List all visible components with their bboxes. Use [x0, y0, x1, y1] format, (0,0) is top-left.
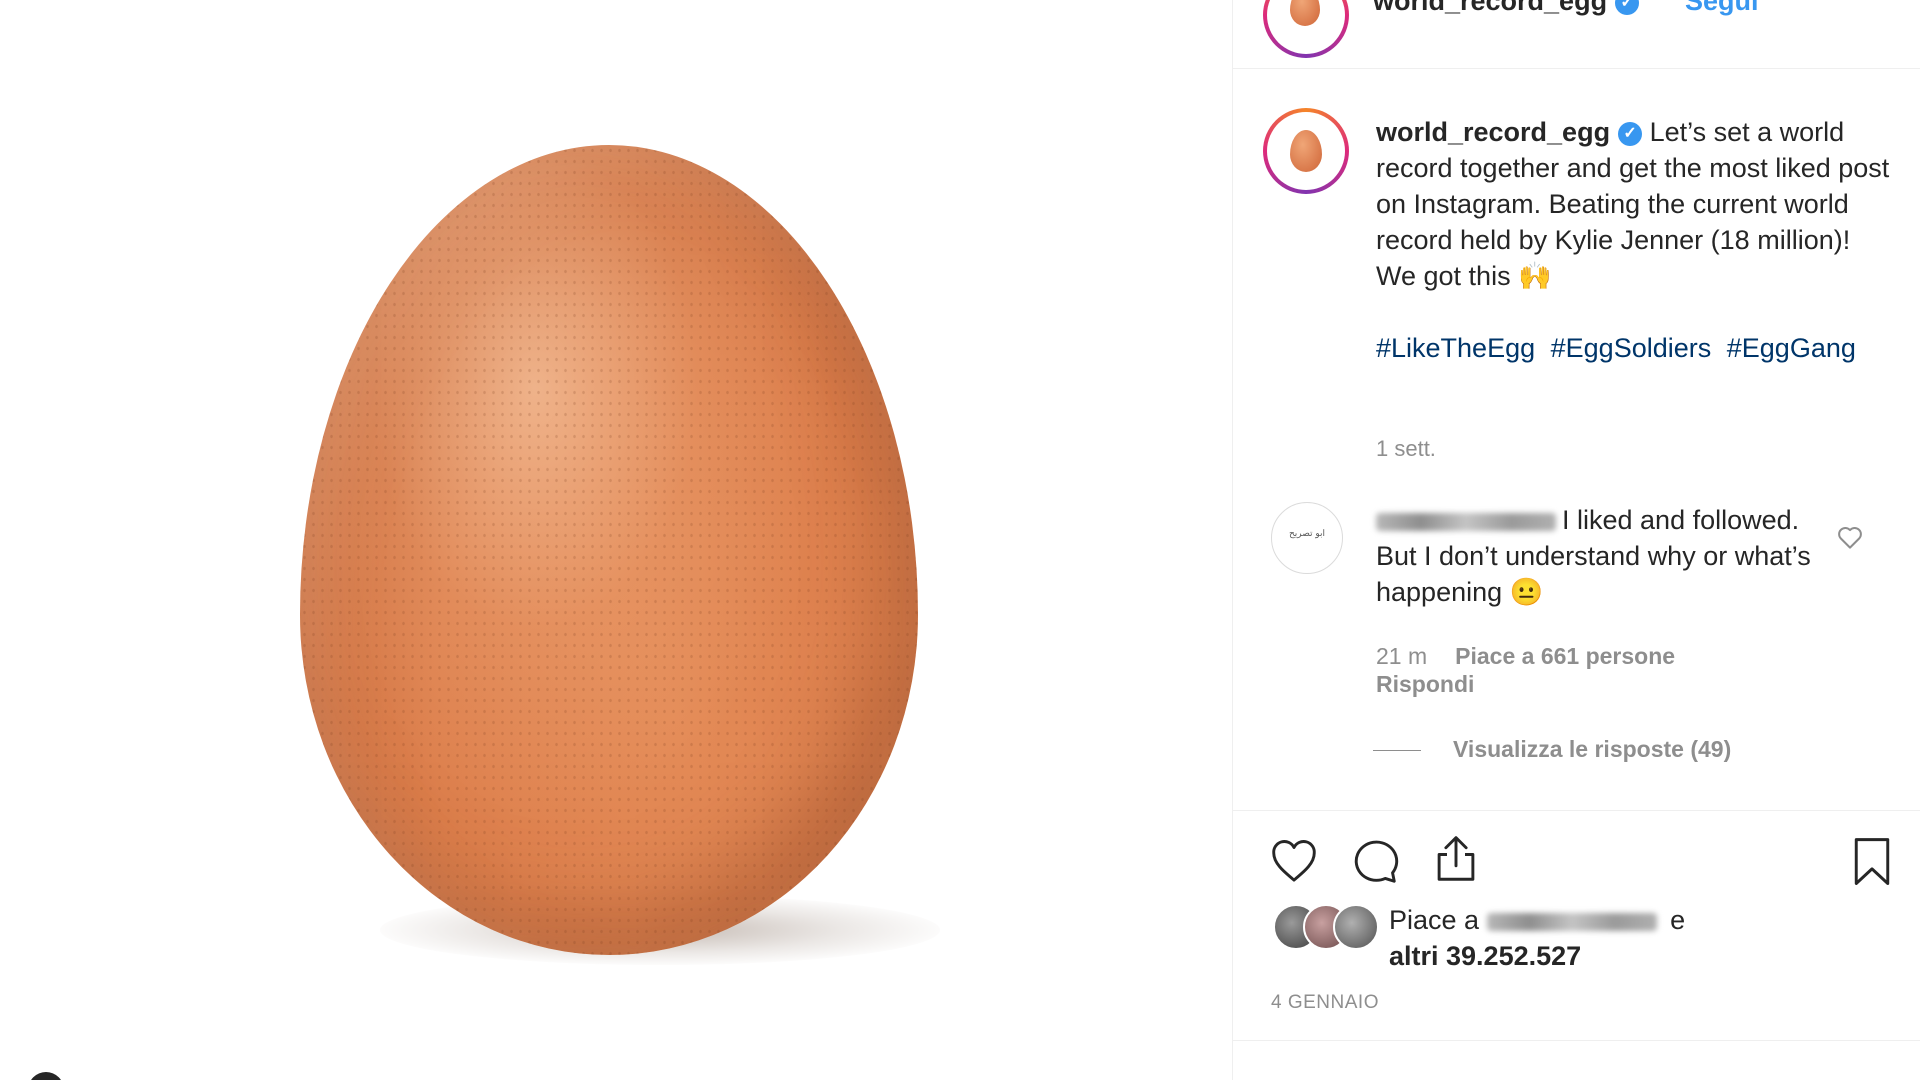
caption: world_record_egg ✓ Let’s set a world reco…: [1376, 114, 1896, 294]
comment-avatar[interactable]: ﺍﺑﻮ ﺗﺼﺮﻳﺢ: [1271, 502, 1343, 574]
header-avatar[interactable]: [1263, 0, 1349, 58]
liked-by-avatars[interactable]: [1273, 904, 1383, 950]
caption-timestamp[interactable]: 1 sett.: [1376, 436, 1436, 462]
likes-summary[interactable]: Piace a e altri 39.252.527: [1389, 902, 1685, 974]
reply-button[interactable]: Rispondi: [1376, 670, 1675, 698]
comment: I liked and followed. But I don’t unders…: [1376, 502, 1816, 610]
comment-avatar-logo: ﺍﺑﻮ ﺗﺼﺮﻳﺢ: [1288, 529, 1326, 539]
follow-button[interactable]: Segui: [1685, 0, 1759, 17]
bookmark-icon[interactable]: [1845, 834, 1899, 888]
redacted-username[interactable]: [1376, 512, 1556, 531]
post-photo[interactable]: [0, 0, 1232, 1080]
comment-like-heart-icon[interactable]: [1835, 522, 1865, 552]
hashtag-link[interactable]: #LikeTheEgg: [1376, 333, 1535, 363]
avatar: [1333, 904, 1379, 950]
likes-prefix: Piace a: [1389, 905, 1480, 935]
egg-image: [300, 145, 918, 955]
comment-timestamp: 21 m: [1376, 643, 1428, 669]
hashtag-link[interactable]: #EggSoldiers: [1551, 333, 1712, 363]
caption-hashtags: #LikeTheEgg #EggSoldiers #EggGang: [1376, 330, 1876, 366]
redacted-username[interactable]: [1486, 912, 1657, 931]
post-sidebar: world_record_egg ✓ Segui world_record_egg…: [1232, 0, 1920, 1080]
carousel-indicator: [28, 1072, 64, 1080]
verified-badge-icon: ✓: [1615, 0, 1640, 15]
header-username-text[interactable]: world_record_egg: [1373, 0, 1607, 16]
share-icon[interactable]: [1429, 832, 1483, 886]
verified-badge-icon: ✓: [1618, 121, 1643, 146]
likes-count[interactable]: altri 39.252.527: [1389, 941, 1581, 971]
egg-avatar-icon: [1290, 130, 1322, 172]
header-username[interactable]: world_record_egg ✓: [1373, 0, 1640, 17]
caption-username[interactable]: world_record_egg: [1376, 117, 1610, 147]
heart-icon[interactable]: [1267, 834, 1321, 888]
actions-divider: [1233, 810, 1920, 811]
comment-likes[interactable]: Piace a 661 persone: [1455, 643, 1675, 669]
post-date[interactable]: 4 GENNAIO: [1271, 992, 1379, 1014]
caption-avatar[interactable]: [1263, 108, 1349, 194]
egg-texture: [300, 145, 918, 955]
comment-meta: 21 m Piace a 661 persone Rispondi: [1376, 642, 1675, 698]
replies-line: [1373, 750, 1421, 752]
view-replies-label[interactable]: Visualizza le risposte (49): [1453, 736, 1731, 762]
likes-suffix: e: [1670, 905, 1686, 935]
post-header: world_record_egg ✓ Segui: [1233, 0, 1920, 69]
view-replies-button[interactable]: Visualizza le risposte (49): [1373, 736, 1731, 763]
hashtag-link[interactable]: #EggGang: [1727, 333, 1856, 363]
comment-input-divider: [1233, 1040, 1920, 1041]
comment-bubble-icon[interactable]: [1347, 834, 1401, 888]
